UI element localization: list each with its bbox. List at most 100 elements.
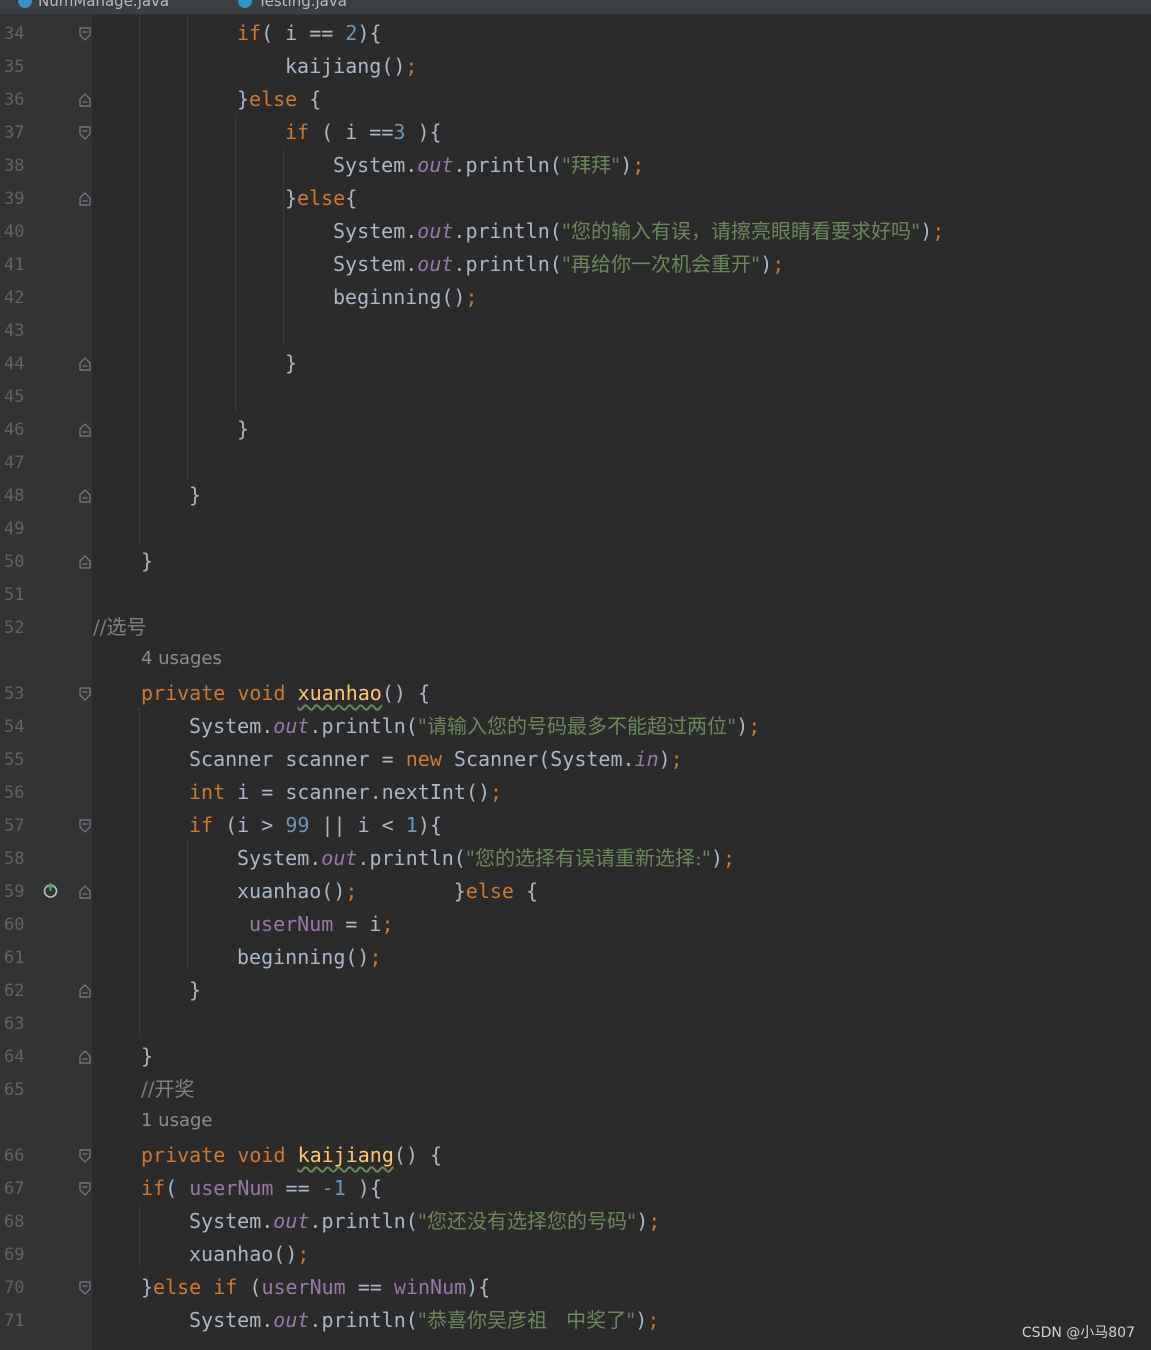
fold-expand-icon[interactable] <box>79 1149 91 1163</box>
line-number[interactable]: 41 <box>4 254 30 276</box>
line-number[interactable]: 39 <box>4 188 30 210</box>
code-line-44: } <box>285 351 298 375</box>
code-line-71: System.out.println("恭喜你吴彦祖 中奖了"); <box>189 1308 660 1332</box>
code-line-41: System.out.println("再给你一次机会重开"); <box>333 252 785 276</box>
editor-line: 64 <box>0 1040 1151 1073</box>
line-number[interactable]: 52 <box>4 617 30 639</box>
line-number[interactable]: 65 <box>4 1079 30 1101</box>
line-number[interactable]: 53 <box>4 683 30 705</box>
fold-expand-icon[interactable] <box>79 126 91 140</box>
code-line-70: }else if (userNum == winNum){ <box>141 1275 491 1299</box>
line-number[interactable]: 70 <box>4 1277 30 1299</box>
editor-line: 46 <box>0 413 1151 446</box>
editor-line: 45 <box>0 380 1151 413</box>
code-line-58: System.out.println("您的选择有误请重新选择:"); <box>237 846 736 870</box>
line-number[interactable]: 42 <box>4 287 30 309</box>
line-number[interactable]: 51 <box>4 584 30 606</box>
code-line-34: if( i == 2){ <box>237 21 382 45</box>
line-number[interactable]: 57 <box>4 815 30 837</box>
code-line-50: } <box>141 549 154 573</box>
code-line-57: if (i > 99 || i < 1){ <box>189 813 442 837</box>
editor-line: 37 <box>0 116 1151 149</box>
editor-line: 50 <box>0 545 1151 578</box>
fold-collapse-icon[interactable] <box>79 423 91 437</box>
line-number[interactable]: 63 <box>4 1013 30 1035</box>
fold-expand-icon[interactable] <box>79 819 91 833</box>
line-number[interactable]: 55 <box>4 749 30 771</box>
fold-collapse-icon[interactable] <box>79 885 91 899</box>
editor-line: 44 <box>0 347 1151 380</box>
usages-hint-kaijiang[interactable]: 1 usage <box>141 1110 213 1131</box>
editor-line: 56 <box>0 776 1151 809</box>
line-number[interactable]: 35 <box>4 56 30 78</box>
fold-collapse-icon[interactable] <box>79 984 91 998</box>
fold-collapse-icon[interactable] <box>79 93 91 107</box>
code-line-48: } <box>189 483 202 507</box>
line-number[interactable]: 71 <box>4 1310 30 1332</box>
code-editor[interactable]: 34 35 36 37 38 39 40 41 42 43 44 45 46 47 48 49 50 51 52 53… <box>0 0 1151 1350</box>
method-kaijiang[interactable]: kaijiang <box>298 1143 394 1167</box>
code-line-69: xuanhao(); <box>189 1242 310 1266</box>
line-number[interactable]: 50 <box>4 551 30 573</box>
line-number[interactable]: 58 <box>4 848 30 870</box>
code-line-67: if( userNum == -1 ){ <box>141 1176 382 1200</box>
editor-line: 62 <box>0 974 1151 1007</box>
line-number[interactable]: 45 <box>4 386 30 408</box>
editor-line: 59 <box>0 875 1151 908</box>
fold-expand-icon[interactable] <box>79 1182 91 1196</box>
line-number[interactable]: 36 <box>4 89 30 111</box>
recursive-call-icon[interactable] <box>42 882 59 899</box>
line-number[interactable]: 48 <box>4 485 30 507</box>
usages-hint-xuanhao[interactable]: 4 usages <box>141 648 222 669</box>
fold-collapse-icon[interactable] <box>79 489 91 503</box>
fold-collapse-icon[interactable] <box>79 555 91 569</box>
line-number[interactable]: 46 <box>4 419 30 441</box>
line-number[interactable]: 56 <box>4 782 30 804</box>
editor-line: 63 <box>0 1007 1151 1040</box>
line-number[interactable]: 44 <box>4 353 30 375</box>
line-number[interactable]: 68 <box>4 1211 30 1233</box>
method-xuanhao[interactable]: xuanhao <box>298 681 382 705</box>
editor-line: 35 <box>0 50 1151 83</box>
code-line-42: beginning(); <box>333 285 478 309</box>
line-number[interactable]: 62 <box>4 980 30 1002</box>
editor-line: 48 <box>0 479 1151 512</box>
editor-line: 43 <box>0 314 1151 347</box>
code-line-39: }else{ <box>285 186 358 210</box>
line-number[interactable]: 49 <box>4 518 30 540</box>
code-line-62: } <box>189 978 202 1002</box>
code-line-46: } <box>237 417 250 441</box>
editor-line: 34 <box>0 17 1151 50</box>
line-number[interactable]: 61 <box>4 947 30 969</box>
fold-expand-icon[interactable] <box>79 27 91 41</box>
line-number[interactable]: 64 <box>4 1046 30 1068</box>
line-number[interactable]: 69 <box>4 1244 30 1266</box>
code-line-40: System.out.println("您的输入有误，请擦亮眼睛看要求好吗"); <box>333 219 945 243</box>
fold-collapse-icon[interactable] <box>79 1050 91 1064</box>
fold-collapse-icon[interactable] <box>79 357 91 371</box>
line-number[interactable]: 37 <box>4 122 30 144</box>
line-number[interactable]: 54 <box>4 716 30 738</box>
line-number[interactable]: 67 <box>4 1178 30 1200</box>
line-number[interactable]: 47 <box>4 452 30 474</box>
line-number[interactable]: 38 <box>4 155 30 177</box>
line-number[interactable]: 60 <box>4 914 30 936</box>
code-line-66: private void kaijiang() { <box>141 1143 443 1167</box>
code-line-64: } <box>141 1044 154 1068</box>
line-number[interactable]: 40 <box>4 221 30 243</box>
fold-expand-icon[interactable] <box>79 1281 91 1295</box>
editor-line: 42 <box>0 281 1151 314</box>
fold-collapse-icon[interactable] <box>79 192 91 206</box>
line-number[interactable]: 34 <box>4 23 30 45</box>
code-line-36: }else { <box>237 87 322 111</box>
code-line-56: int i = scanner.nextInt(); <box>189 780 503 804</box>
line-number[interactable]: 43 <box>4 320 30 342</box>
line-number[interactable]: 59 <box>4 881 30 903</box>
editor-line: 47 <box>0 446 1151 479</box>
code-line-35: kaijiang(); <box>285 54 418 78</box>
line-number[interactable]: 66 <box>4 1145 30 1167</box>
code-line-54: System.out.println("请输入您的号码最多不能超过两位"); <box>189 714 761 738</box>
editor-line: 69 <box>0 1238 1151 1271</box>
fold-expand-icon[interactable] <box>79 687 91 701</box>
comment-xuanhao: //选号 <box>93 615 147 639</box>
